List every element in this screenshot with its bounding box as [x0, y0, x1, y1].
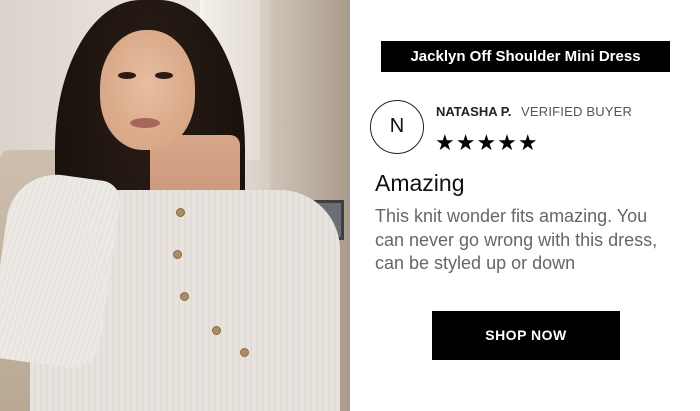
product-title-badge[interactable]: Jacklyn Off Shoulder Mini Dress	[381, 41, 670, 72]
review-title: Amazing	[375, 170, 465, 196]
reviewer-name: NATASHA P.	[436, 104, 512, 119]
model-eye	[118, 72, 136, 79]
shop-now-button[interactable]: SHOP NOW	[432, 311, 620, 360]
dress-button	[180, 292, 189, 301]
reviewer-avatar: N	[370, 100, 424, 154]
dress-button	[176, 208, 185, 217]
model-face	[100, 30, 195, 150]
dress-button	[240, 348, 249, 357]
star-rating: ★★★★★	[435, 130, 539, 155]
dress-button	[173, 250, 182, 259]
model-lips	[130, 118, 160, 128]
verified-buyer-label: VERIFIED BUYER	[520, 104, 633, 119]
product-photo	[0, 0, 350, 411]
dress-button	[212, 326, 221, 335]
model-eye	[155, 72, 173, 79]
reviewer-info: NATASHA P. VERIFIED BUYER	[436, 104, 632, 120]
review-body: This knit wonder fits amazing. You can n…	[375, 206, 658, 273]
